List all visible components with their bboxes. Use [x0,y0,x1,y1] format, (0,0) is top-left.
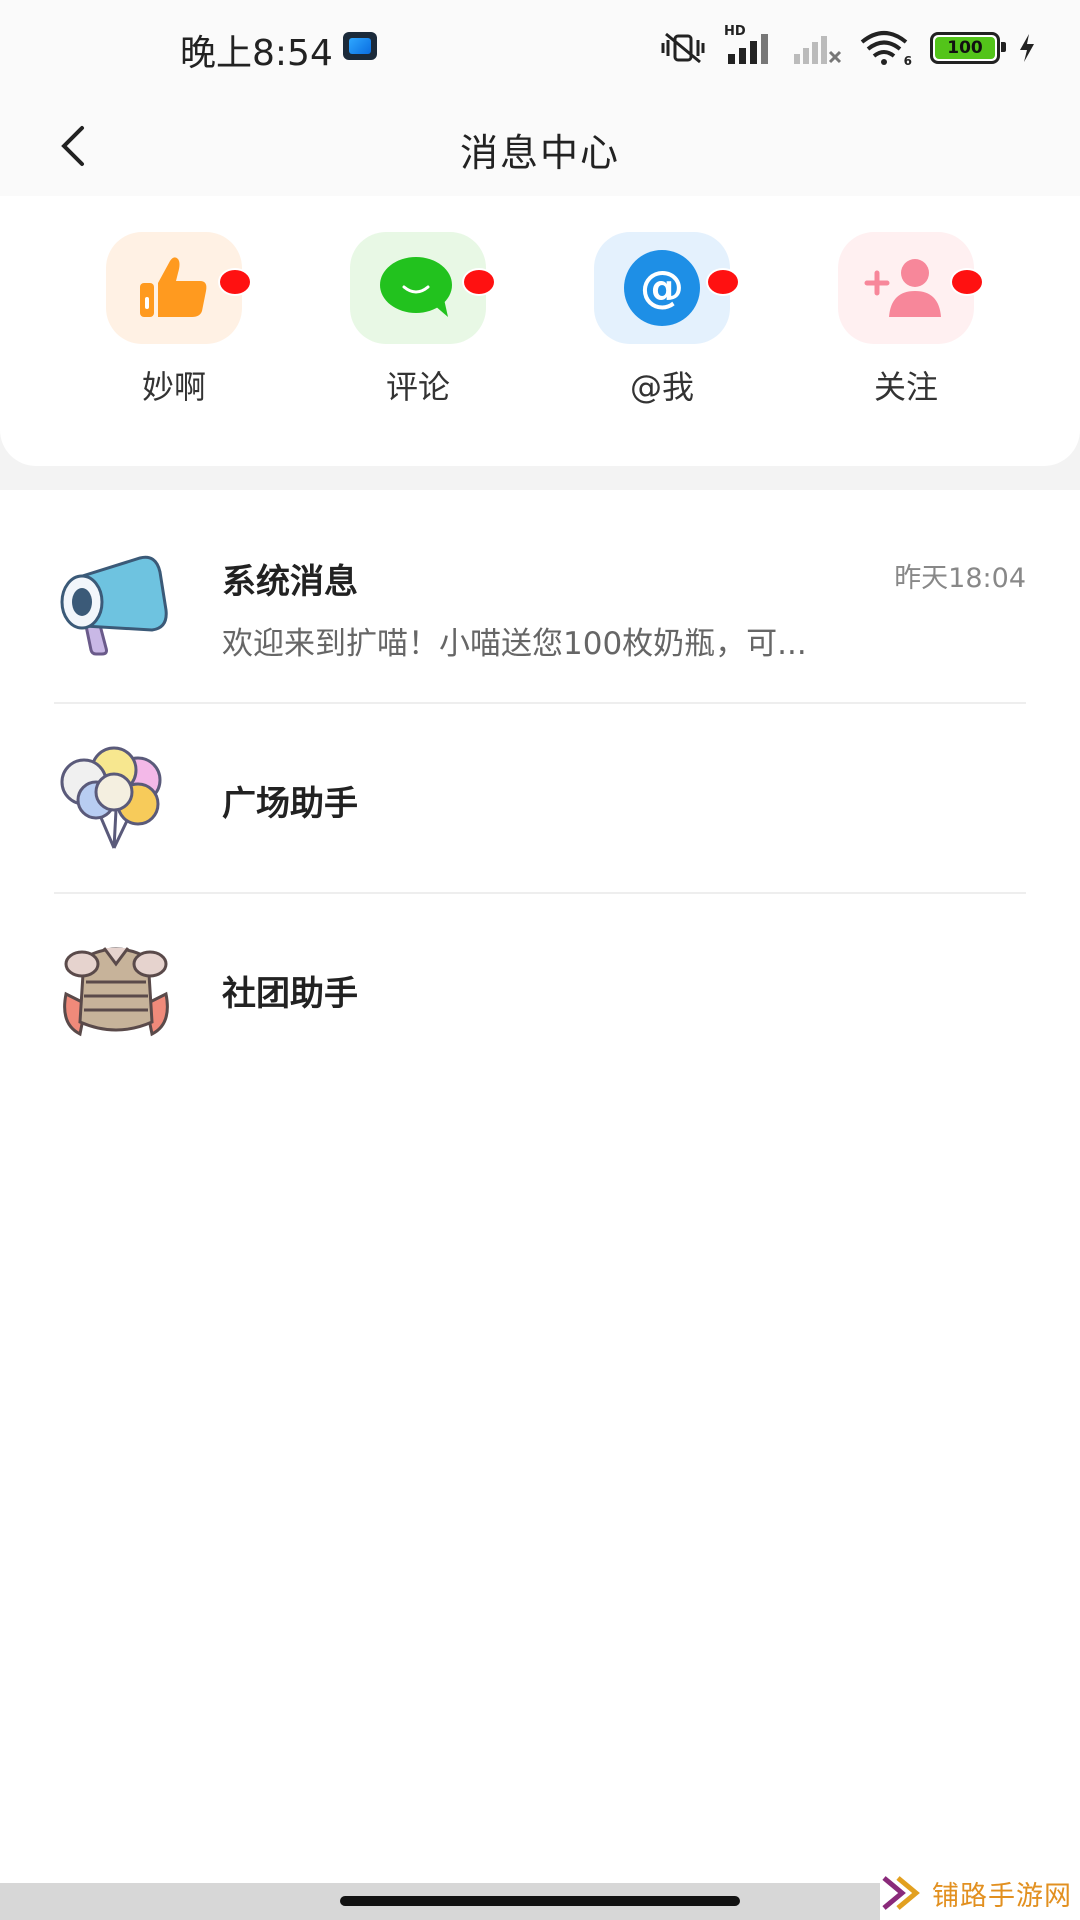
notification-dot [218,268,252,296]
add-user-icon [864,259,941,317]
notification-dot [950,268,984,296]
watermark-text: 铺路手游网 [932,1880,1072,1912]
item-time: 昨天18:04 [894,563,1026,594]
notification-dot [462,268,496,296]
app-notification-icon [343,32,377,60]
quick-action-label: 评论 [385,368,450,406]
item-title: 广场助手 [222,784,358,824]
cellular-signal-icon: HD [724,24,774,66]
wifi-icon: 6 [860,30,912,68]
watermark-arrow-icon [882,1876,920,1910]
wifi-badge: 6 [903,54,912,68]
quick-action-likes[interactable]: 妙啊 [74,232,274,432]
item-title: 系统消息 [222,562,358,602]
quick-actions-panel: 妙啊 评论 @ @我 关注 [0,196,1080,466]
quick-action-mentions[interactable]: @ @我 [562,232,762,432]
balloons-icon [60,746,162,849]
list-item-system-messages[interactable]: 系统消息 昨天18:04 欢迎来到扩喵！小喵送您100枚奶瓶，可... [0,490,1080,704]
battery-level: 100 [935,37,995,59]
charging-icon [1020,34,1034,62]
watermark: 铺路手游网 [880,1866,1080,1920]
quick-action-label: @我 [629,368,694,406]
quick-action-label: 妙啊 [141,368,206,406]
notification-dot [706,268,740,296]
no-signal-icon [794,36,842,64]
page-title: 消息中心 [459,131,620,175]
quick-action-follows[interactable]: 关注 [806,232,1006,432]
at-icon: @ [624,250,700,326]
megaphone-icon [60,555,168,656]
home-indicator[interactable] [340,1896,740,1906]
status-icons: HD 6 100 [660,24,1036,70]
chat-bubble-icon [380,257,452,317]
quick-action-comments[interactable]: 评论 [318,232,518,432]
armor-icon [63,947,169,1037]
battery-icon: 100 [930,32,1006,64]
quick-action-label: 关注 [873,368,938,406]
status-time: 晚上8:54 [180,33,333,74]
list-item-plaza-assistant[interactable]: 广场助手 [0,704,1080,894]
item-title: 社团助手 [222,974,358,1014]
item-preview: 欢迎来到扩喵！小喵送您100枚奶瓶，可... [222,626,807,662]
status-bar: 晚上8:54 HD 6 100 [0,0,1080,96]
message-list: 系统消息 昨天18:04 欢迎来到扩喵！小喵送您100枚奶瓶，可... 广场助手… [0,490,1080,1084]
svg-text:@: @ [640,262,684,313]
header: 消息中心 [0,96,1080,196]
list-item-club-assistant[interactable]: 社团助手 [0,894,1080,1084]
vibrate-mute-icon [661,32,705,64]
thumbs-up-icon [140,257,207,317]
